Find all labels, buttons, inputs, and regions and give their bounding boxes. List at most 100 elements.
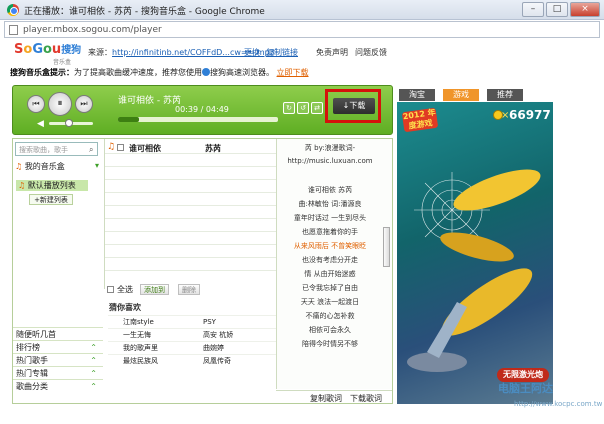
lyric-line: 芮 by:浪漫歌词- <box>304 144 356 152</box>
list-item[interactable]: 江南style PSY <box>108 315 276 328</box>
tab-games[interactable]: 游戏 <box>443 89 479 101</box>
copy-lyrics-link[interactable]: 复制歌词 <box>310 393 342 404</box>
list-item[interactable]: 我的歌声里 曲婉婷 <box>108 341 276 354</box>
default-playlist[interactable]: ♫ 默认播放列表 <box>16 180 88 191</box>
shuffle-icon[interactable]: ⇄ <box>311 102 323 114</box>
table-row[interactable]: ♫ 谁可相依 苏芮 <box>105 142 277 154</box>
minimize-button[interactable]: – <box>522 2 544 17</box>
notice-bar: 搜狗音乐盒提示：为了提高歌曲缓冲速度，推荐您使用 搜狗高速浏览器。 立即下载 <box>10 67 390 81</box>
sidebar-item-label: 随便听几首 <box>16 330 56 339</box>
new-playlist-button[interactable]: +新建列表 <box>29 194 73 205</box>
guess-title: 猜你喜欢 <box>109 303 141 312</box>
song-list: ♫ 谁可相依 苏芮 <box>104 139 277 289</box>
repeat-icon[interactable]: ↻ <box>283 102 295 114</box>
my-music-box-label: 我的音乐盒 <box>24 162 65 171</box>
download-lyrics-link[interactable]: 下载歌词 <box>350 393 382 404</box>
fish-icon <box>453 169 541 211</box>
sidebar-item-charts[interactable]: 排行榜 ⌃ <box>13 340 103 353</box>
lyric-line: 不痛的心怎补救 <box>305 312 355 320</box>
row-checkbox[interactable] <box>117 144 124 151</box>
notice-text: 为了提高歌曲缓冲速度，推荐您使用 <box>74 68 202 77</box>
play-time: 00:39 / 04:49 <box>175 105 229 114</box>
tab-recommend[interactable]: 推荐 <box>487 89 523 101</box>
tab-taobao[interactable]: 淘宝 <box>399 89 435 101</box>
loop-icon[interactable]: ↺ <box>297 102 309 114</box>
notice-label: 搜狗音乐盒提示： <box>10 68 74 77</box>
list-item[interactable]: 最炫民族风 凤凰传奇 <box>108 354 276 367</box>
sidebar-item-singers[interactable]: 热门歌手 ⌃ <box>13 353 103 366</box>
lyric-line: 也愿意拖着你的手 <box>302 228 358 236</box>
ad-artwork <box>407 169 541 372</box>
search-input[interactable]: 搜索歌曲，歌手 <box>15 142 98 156</box>
watermark-logo: 电脑王阿达 <box>498 382 553 395</box>
empty-row <box>105 207 277 219</box>
notice-download-link[interactable]: 立即下载 <box>277 68 309 77</box>
page-icon <box>9 25 18 35</box>
lyrics-scrollbar[interactable] <box>383 227 390 267</box>
url-text[interactable]: player.mbox.sogou.com/player <box>23 25 162 35</box>
lyrics-panel: 芮 by:浪漫歌词-http://music.luxuan.com 谁可相依 苏芮… <box>276 139 392 389</box>
window-title: 正在播放：谁可相依 - 苏芮 - 搜狗音乐盒 - Google Chrome <box>24 7 265 17</box>
sidebar-item-genres[interactable]: 歌曲分类 ⌃ <box>13 379 103 392</box>
browser-icon <box>202 68 210 76</box>
lyric-line: http://music.luxuan.com <box>287 157 373 165</box>
empty-row <box>105 220 277 232</box>
watermark-url: http://www.kocpc.com.tw <box>514 400 603 408</box>
feedback-link[interactable]: 问题反馈 <box>355 47 387 58</box>
song-artist: 苏芮 <box>205 144 221 153</box>
lyric-line: 从来风雨后 不曾笑眼眨 <box>293 242 367 250</box>
pause-button[interactable]: ⏸ <box>48 92 72 116</box>
sidebar-item-albums[interactable]: 热门专辑 ⌃ <box>13 366 103 379</box>
sidebar-item-random[interactable]: 随便听几首 <box>13 327 103 340</box>
sidebar-item-label: 歌曲分类 <box>16 382 48 391</box>
chevron-down-icon: ▾ <box>94 161 99 170</box>
sogou-logo[interactable]: SoGou搜狗 <box>14 41 81 57</box>
lyric-line: 陪得今时情另不够 <box>302 340 358 348</box>
empty-row <box>105 155 277 167</box>
volume-slider[interactable] <box>49 119 93 127</box>
next-button[interactable]: ⏭ <box>75 95 93 113</box>
lyric-line: 曲:林敏怡 词:潘源良 <box>298 200 362 208</box>
chevron-up-icon: ⌃ <box>90 382 97 391</box>
disclaimer-link[interactable]: 免责声明 <box>316 47 348 58</box>
switch-link[interactable]: 更换 <box>244 47 260 58</box>
list-operations: 全选 添加到 删除 <box>104 282 276 298</box>
empty-row <box>105 168 277 180</box>
chrome-icon <box>7 4 19 16</box>
list-item[interactable]: 一生无悔 高安 杭娇 <box>108 328 276 341</box>
ad-tabs: 淘宝 游戏 推荐 <box>397 89 555 101</box>
volume-knob[interactable] <box>64 119 73 127</box>
guess-artist[interactable]: 凤凰传奇 <box>203 355 231 368</box>
song-title: 谁可相依 <box>129 144 161 153</box>
empty-row <box>105 233 277 245</box>
lyric-line: 童年时话过 一生到尽头 <box>293 214 367 222</box>
address-bar[interactable]: player.mbox.sogou.com/player <box>4 21 600 38</box>
select-all-checkbox[interactable] <box>107 286 114 293</box>
guess-song[interactable]: 最炫民族风 <box>123 355 158 368</box>
add-to-button[interactable]: 添加到 <box>140 284 169 295</box>
sidebar-item-label: 热门歌手 <box>16 356 48 365</box>
delete-button[interactable]: 删除 <box>178 284 200 295</box>
now-playing-title: 谁可相依 - 苏芮 <box>118 96 181 106</box>
select-all-label: 全选 <box>117 285 133 294</box>
notice-browser: 搜狗高速浏览器。 <box>210 68 274 77</box>
source-label: 来源： <box>88 48 112 57</box>
sogou-header: SoGou搜狗 音乐盒 来源：http://infinitinb.net/COF… <box>4 39 600 66</box>
player-panel: ⏮ ⏸ ⏭ ◀ 谁可相依 - 苏芮 00:39 / 04:49 ↻ ↺ ⇄ ↓下… <box>12 85 393 135</box>
prev-button[interactable]: ⏮ <box>27 95 45 113</box>
download-button[interactable]: ↓下载 <box>333 98 375 114</box>
sidebar-item-label: 热门专辑 <box>16 369 48 378</box>
empty-row <box>105 194 277 206</box>
search-icon[interactable]: ⌕ <box>89 145 93 155</box>
window-titlebar: 正在播放：谁可相依 - 苏芮 - 搜狗音乐盒 - Google Chrome –… <box>0 0 604 20</box>
maximize-button[interactable]: □ <box>546 2 568 17</box>
progress-bar[interactable] <box>118 117 278 122</box>
lyric-line: 情 从由开始迷惑 <box>304 270 356 278</box>
copy-link[interactable]: 复制链接 <box>266 47 298 58</box>
close-button[interactable]: × <box>570 2 600 17</box>
window-controls: – □ × <box>522 2 600 17</box>
default-playlist-label: 默认播放列表 <box>27 181 76 190</box>
progress-fill <box>118 117 139 122</box>
game-ad[interactable]: 2012 年度游戏 × 66977 无限激光炮 <box>397 102 553 404</box>
my-music-box[interactable]: ♫ 我的音乐盒 ▾ <box>13 161 103 173</box>
